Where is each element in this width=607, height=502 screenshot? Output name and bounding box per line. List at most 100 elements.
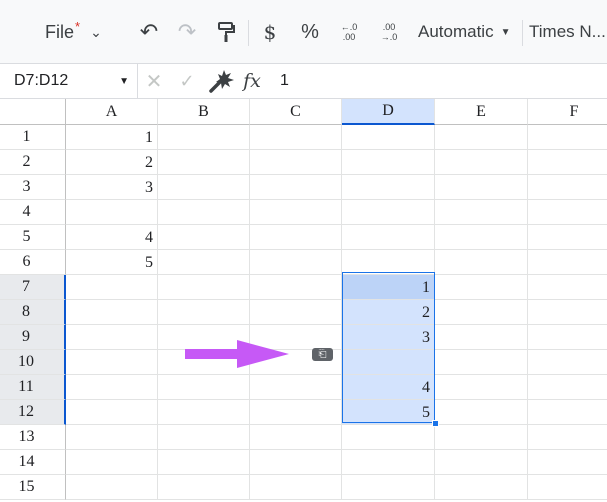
increase-decimal-button[interactable]: .00 →.0 [374,0,404,64]
cell-b7[interactable] [158,275,250,300]
column-header-f[interactable]: F [528,99,607,125]
cell-b15[interactable] [158,475,250,500]
paste-options-icon[interactable]: ⎗ [312,348,333,361]
row-header-8[interactable]: 8 [0,300,66,325]
cell-d2[interactable] [342,150,435,175]
confirm-check-icon[interactable]: ✓ [176,64,198,98]
cell-d11[interactable]: 4 [342,375,435,400]
cell-f11[interactable] [528,375,607,400]
cell-a6[interactable]: 5 [66,250,158,275]
cell-e10[interactable] [435,350,528,375]
row-header-14[interactable]: 14 [0,450,66,475]
cell-d4[interactable] [342,200,435,225]
row-header-7[interactable]: 7 [0,275,66,300]
cell-c12[interactable] [250,400,342,425]
column-header-d[interactable]: D [342,99,435,125]
cell-a12[interactable] [66,400,158,425]
cell-a3[interactable]: 3 [66,175,158,200]
row-header-6[interactable]: 6 [0,250,66,275]
row-header-3[interactable]: 3 [0,175,66,200]
cell-f4[interactable] [528,200,607,225]
cell-a13[interactable] [66,425,158,450]
cell-a10[interactable] [66,350,158,375]
cell-b1[interactable] [158,125,250,150]
cell-e6[interactable] [435,250,528,275]
cell-f3[interactable] [528,175,607,200]
cell-b4[interactable] [158,200,250,225]
fill-handle[interactable] [432,420,439,427]
cell-e12[interactable] [435,400,528,425]
cell-b12[interactable] [158,400,250,425]
cell-a14[interactable] [66,450,158,475]
row-header-13[interactable]: 13 [0,425,66,450]
cancel-icon[interactable]: ✕ [143,64,165,98]
cell-f8[interactable] [528,300,607,325]
magic-wand-icon[interactable] [207,64,237,98]
cell-a7[interactable] [66,275,158,300]
cell-a8[interactable] [66,300,158,325]
cell-b11[interactable] [158,375,250,400]
cell-c6[interactable] [250,250,342,275]
cell-e14[interactable] [435,450,528,475]
cell-d7[interactable]: 1 [342,275,435,300]
cell-e8[interactable] [435,300,528,325]
cell-c1[interactable] [250,125,342,150]
cell-d9[interactable]: 3 [342,325,435,350]
cell-a11[interactable] [66,375,158,400]
row-header-1[interactable]: 1 [0,125,66,150]
cell-f9[interactable] [528,325,607,350]
cell-e5[interactable] [435,225,528,250]
cell-f10[interactable] [528,350,607,375]
cell-a15[interactable] [66,475,158,500]
number-format-dropdown[interactable]: Automatic ▼ [414,0,518,64]
font-family-dropdown[interactable]: Times N... [526,0,607,64]
cell-e1[interactable] [435,125,528,150]
row-header-11[interactable]: 11 [0,375,66,400]
cell-c3[interactable] [250,175,342,200]
column-header-a[interactable]: A [66,99,158,125]
cell-b6[interactable] [158,250,250,275]
file-menu-button[interactable]: File * ⌄ [40,0,118,64]
cell-d12[interactable]: 5 [342,400,435,425]
cell-d10[interactable] [342,350,435,375]
cell-a4[interactable] [66,200,158,225]
row-header-12[interactable]: 12 [0,400,66,425]
cell-f6[interactable] [528,250,607,275]
cell-f13[interactable] [528,425,607,450]
cell-e15[interactable] [435,475,528,500]
cell-f14[interactable] [528,450,607,475]
cell-d6[interactable] [342,250,435,275]
column-header-b[interactable]: B [158,99,250,125]
percent-format-button[interactable]: % [296,0,324,64]
cell-f7[interactable] [528,275,607,300]
row-header-9[interactable]: 9 [0,325,66,350]
cell-e11[interactable] [435,375,528,400]
cell-f2[interactable] [528,150,607,175]
cell-a9[interactable] [66,325,158,350]
cell-d5[interactable] [342,225,435,250]
cell-b8[interactable] [158,300,250,325]
cell-b5[interactable] [158,225,250,250]
cell-e13[interactable] [435,425,528,450]
cell-a1[interactable]: 1 [66,125,158,150]
row-header-5[interactable]: 5 [0,225,66,250]
cell-b13[interactable] [158,425,250,450]
cell-f1[interactable] [528,125,607,150]
cell-d14[interactable] [342,450,435,475]
redo-icon[interactable]: ↷ [173,0,201,64]
decrease-decimal-button[interactable]: ←.0 .00 [336,0,362,64]
cell-c14[interactable] [250,450,342,475]
cell-d13[interactable] [342,425,435,450]
cell-c4[interactable] [250,200,342,225]
cell-d8[interactable]: 2 [342,300,435,325]
row-header-15[interactable]: 15 [0,475,66,500]
cell-d1[interactable] [342,125,435,150]
cell-c2[interactable] [250,150,342,175]
cell-e7[interactable] [435,275,528,300]
cell-e9[interactable] [435,325,528,350]
undo-icon[interactable]: ↶ [135,0,163,64]
cell-a2[interactable]: 2 [66,150,158,175]
row-header-4[interactable]: 4 [0,200,66,225]
cell-c11[interactable] [250,375,342,400]
formula-input[interactable] [273,64,603,98]
